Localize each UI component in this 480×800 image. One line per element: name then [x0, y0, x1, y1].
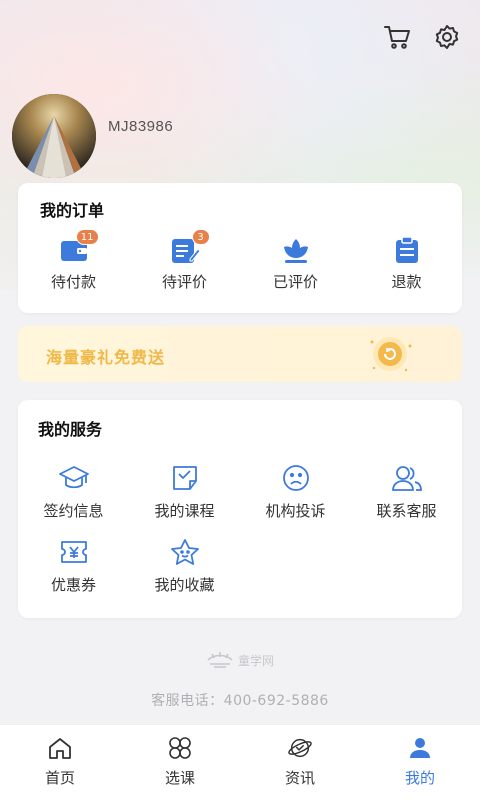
avatar[interactable]	[12, 94, 96, 178]
promo-banner[interactable]: 海量豪礼免费送	[18, 326, 462, 382]
order-label: 待评价	[161, 273, 207, 291]
order-refund[interactable]: 退款	[351, 235, 462, 292]
tab-label: 资讯	[284, 769, 315, 787]
review-pending-icon	[170, 239, 201, 269]
service-label: 优惠券	[50, 576, 96, 594]
service-contract-info[interactable]: 签约信息	[18, 462, 129, 536]
services-title: 我的服务	[38, 420, 103, 439]
order-reviewed[interactable]: 已评价	[240, 235, 351, 292]
customer-service-hotline[interactable]: 客服电话：400-692-5886	[0, 690, 480, 710]
settings-icon[interactable]	[432, 22, 462, 52]
course-icon	[169, 462, 201, 494]
tab-news[interactable]: 资讯	[240, 725, 360, 800]
service-label: 机构投诉	[265, 502, 326, 520]
news-icon	[287, 735, 313, 761]
gift-coin-icon	[366, 332, 414, 376]
service-customer-support[interactable]: 联系客服	[351, 462, 462, 536]
service-my-courses[interactable]: 我的课程	[129, 462, 240, 536]
wallet-icon	[59, 241, 89, 269]
order-pending-review[interactable]: 3 待评价	[129, 229, 240, 292]
my-services-card: 我的服务 签约信息 我的课程 机构投诉 联系客服 优惠券 我的收藏	[18, 400, 462, 618]
order-label: 已评价	[272, 273, 318, 291]
tab-label: 我的	[404, 769, 435, 787]
course-select-icon	[167, 735, 193, 761]
sad-face-icon	[280, 462, 312, 494]
brand-logo-icon	[206, 650, 234, 671]
cart-icon[interactable]	[382, 22, 412, 52]
brand-logo: 童学网	[0, 650, 480, 671]
tab-home[interactable]: 首页	[0, 725, 120, 800]
tab-label: 选课	[164, 769, 195, 787]
service-label: 我的收藏	[154, 576, 215, 594]
tab-profile[interactable]: 我的	[360, 725, 480, 800]
order-pending-payment[interactable]: 11 待付款	[18, 229, 129, 292]
my-orders-card: 我的订单 11 待付款 3 待评价 已评价 退款	[18, 183, 462, 313]
coupon-icon	[58, 536, 90, 568]
profile-icon	[407, 735, 433, 761]
order-badge: 3	[191, 229, 210, 245]
service-label: 签约信息	[43, 502, 104, 520]
username: MJ83986	[108, 118, 174, 135]
orders-title: 我的订单	[40, 201, 105, 220]
star-icon	[169, 536, 201, 568]
service-label: 联系客服	[376, 502, 437, 520]
service-complaint[interactable]: 机构投诉	[240, 462, 351, 536]
contacts-icon	[391, 462, 423, 494]
service-label: 我的课程	[154, 502, 215, 520]
order-label: 待付款	[50, 273, 96, 291]
promo-text: 海量豪礼免费送	[46, 348, 166, 367]
bottom-tab-bar: 首页 选课 资讯 我的	[0, 724, 480, 800]
tab-label: 首页	[44, 769, 75, 787]
brand-name: 童学网	[237, 654, 274, 668]
home-icon	[47, 735, 73, 761]
service-coupons[interactable]: 优惠券	[18, 536, 129, 610]
order-badge: 11	[75, 229, 99, 245]
reviewed-icon	[281, 239, 311, 269]
service-favorites[interactable]: 我的收藏	[129, 536, 240, 610]
tab-course-select[interactable]: 选课	[120, 725, 240, 800]
header-actions	[382, 22, 462, 52]
graduation-cap-icon	[58, 462, 90, 494]
refund-icon	[392, 236, 422, 269]
order-label: 退款	[391, 273, 422, 291]
